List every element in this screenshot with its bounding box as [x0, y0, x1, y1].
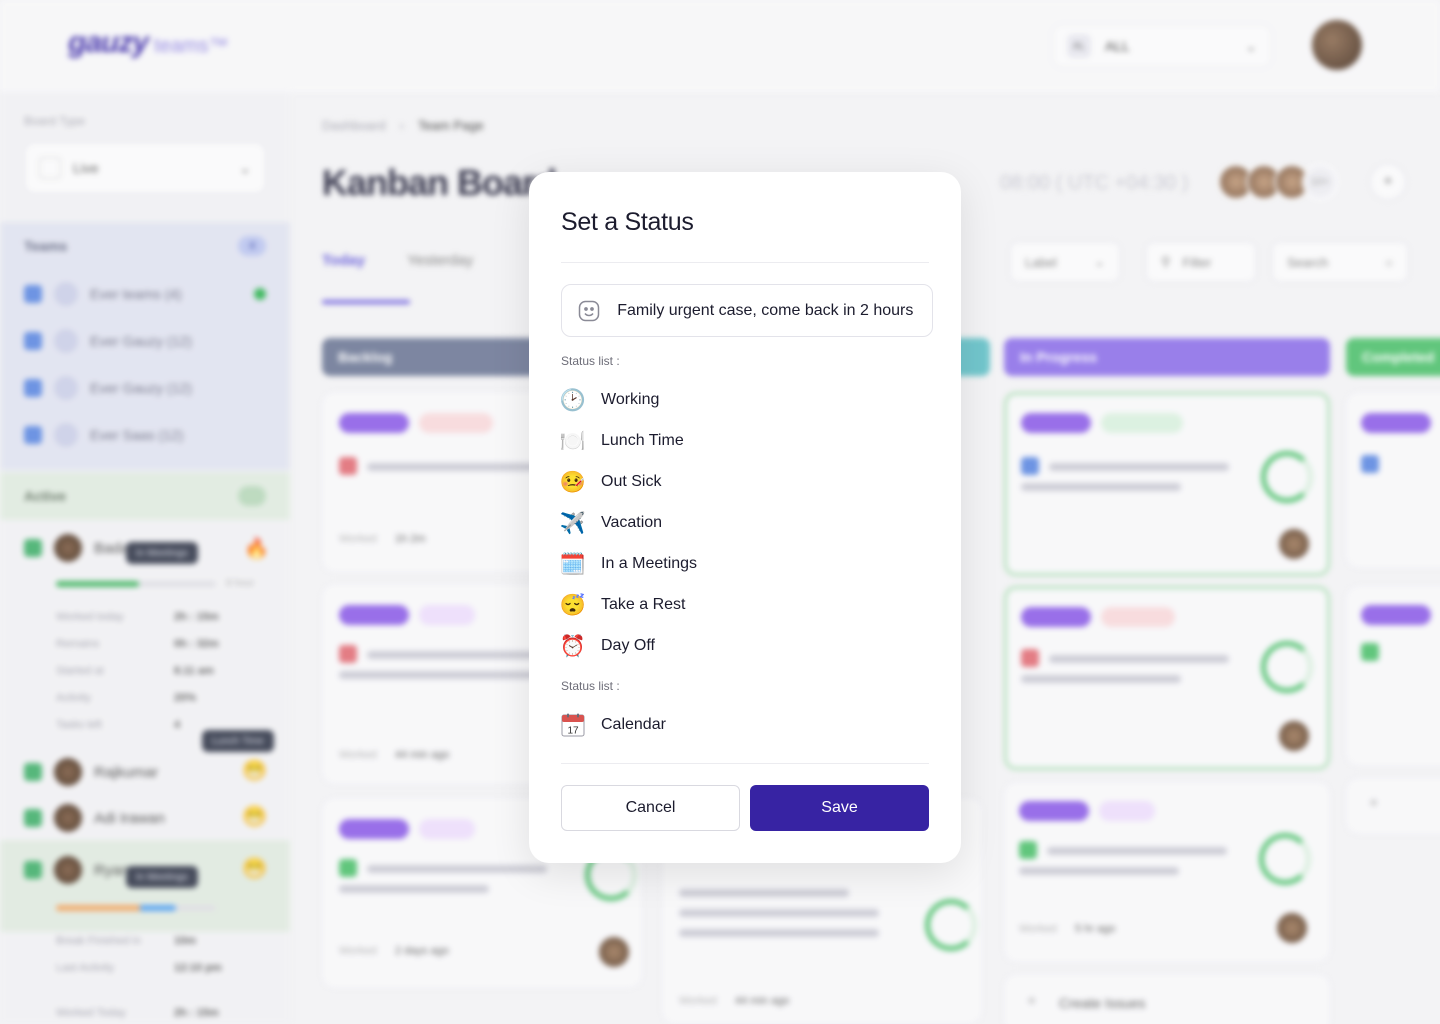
status-option-label: Day Off	[601, 637, 655, 654]
status-option-calendar[interactable]: 17 Calendar	[561, 708, 861, 742]
set-status-modal: Set a Status Status list : 🕑 Working 🍽️ …	[529, 172, 961, 863]
status-option-label: In a Meetings	[601, 555, 698, 572]
status-option-label: Calendar	[601, 716, 666, 733]
calendar-day-number: 17	[567, 726, 579, 737]
sleeping-face-icon: 😴	[559, 593, 587, 617]
notepad-calendar-icon: 🗓️	[559, 552, 587, 576]
alarm-clock-icon: ⏰	[559, 634, 587, 658]
status-message-field[interactable]	[561, 284, 933, 337]
status-option-label: Working	[601, 391, 660, 408]
calendar-icon: 17	[561, 713, 585, 737]
status-option-out-sick[interactable]: 🤒 Out Sick	[559, 465, 861, 499]
status-list-label: Status list :	[561, 354, 620, 368]
status-option-label: Take a Rest	[601, 596, 686, 613]
save-button[interactable]: Save	[750, 785, 929, 831]
status-option-label: Out Sick	[601, 473, 662, 490]
modal-title: Set a Status	[561, 208, 694, 236]
sick-face-icon: 🤒	[559, 470, 587, 494]
status-option-day-off[interactable]: ⏰ Day Off	[559, 629, 861, 663]
plate-icon: 🍽️	[559, 429, 587, 453]
status-option-take-a-rest[interactable]: 😴 Take a Rest	[559, 588, 861, 622]
status-option-label: Vacation	[601, 514, 663, 531]
airplane-icon: ✈️	[559, 511, 587, 535]
clock-icon: 🕑	[559, 388, 587, 412]
emoji-picker-icon[interactable]	[576, 298, 601, 324]
cancel-button[interactable]: Cancel	[561, 785, 740, 831]
divider	[561, 262, 929, 263]
divider	[561, 763, 929, 764]
status-option-vacation[interactable]: ✈️ Vacation	[559, 506, 861, 540]
status-option-lunch-time[interactable]: 🍽️ Lunch Time	[559, 424, 861, 458]
status-option-in-a-meetings[interactable]: 🗓️ In a Meetings	[559, 547, 861, 581]
status-message-input[interactable]	[617, 301, 918, 320]
status-option-label: Lunch Time	[601, 432, 684, 449]
status-option-working[interactable]: 🕑 Working	[559, 383, 861, 417]
status-list-label: Status list :	[561, 679, 620, 693]
